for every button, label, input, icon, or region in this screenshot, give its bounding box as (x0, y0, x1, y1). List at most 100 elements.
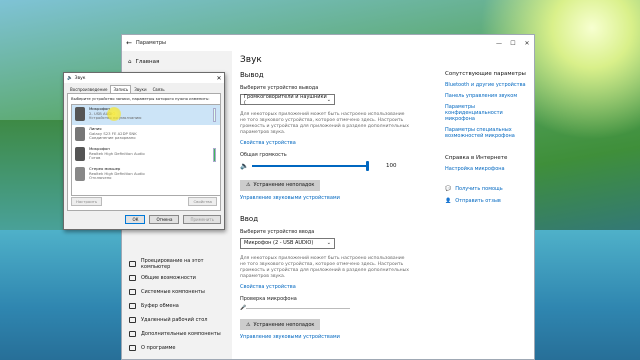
volume-row: 🔈 100 (240, 161, 426, 171)
projection-icon (129, 261, 136, 267)
volume-slider[interactable] (252, 161, 369, 171)
input-device-select[interactable]: Микрофон (2 - USB AUDIO) ⌄ (240, 237, 335, 249)
device-status: Отключено (89, 175, 112, 181)
device-level-meter (213, 108, 216, 122)
nav-item-projection[interactable]: Проецирование на этот компьютер (122, 257, 232, 271)
back-arrow-icon[interactable]: ← (122, 39, 136, 47)
related-link-sound-panel[interactable]: Панель управления звуком (445, 93, 533, 99)
input-troubleshoot-button[interactable]: ⚠ Устранение неполадок (240, 319, 321, 330)
device-status: Соединение разорвано (89, 135, 136, 141)
device-status: Готов (89, 155, 101, 161)
optional-features-icon (129, 331, 136, 337)
related-link-mic-accessibility[interactable]: Параметры специальных возможностей микро… (445, 127, 533, 139)
tab-communications[interactable]: Связь (150, 85, 168, 93)
tab-sounds[interactable]: Звуки (131, 85, 149, 93)
related-link-bluetooth[interactable]: Bluetooth и другие устройства (445, 82, 533, 88)
device-properties-button[interactable]: Свойства (188, 197, 217, 206)
cursor-highlight (107, 107, 121, 121)
shared-icon (129, 275, 136, 281)
nav-item-label: Дополнительные компоненты (141, 331, 221, 337)
input-heading: Ввод (240, 214, 259, 223)
get-help-link[interactable]: 💬 Получить помощь (445, 186, 533, 192)
nav-item-components[interactable]: Системные компоненты (122, 285, 232, 299)
nav-item-label: Проецирование на этот компьютер (140, 258, 204, 270)
nav-item-label: О программе (141, 345, 176, 351)
feedback-icon: 👤 (445, 198, 452, 204)
input-properties-link[interactable]: Свойства устройства (240, 284, 426, 290)
nav-item-remote-desktop[interactable]: Удаленный рабочий стол (122, 313, 232, 327)
warning-icon: ⚠ (246, 321, 251, 328)
configure-button[interactable]: Настроить (71, 197, 103, 206)
nav-home-label: Главная (135, 59, 160, 65)
minimize-icon[interactable]: — (492, 40, 506, 47)
input-troubleshoot-label: Устранение неполадок (253, 321, 315, 328)
nav-item-shared[interactable]: Общие возможности (122, 271, 232, 285)
sound-dialog-title: Звук (74, 75, 86, 81)
chevron-down-icon: ⌄ (326, 240, 331, 246)
output-troubleshoot-label: Устранение неполадок (253, 182, 315, 188)
volume-fill (252, 165, 368, 167)
output-device-value: Громкоговорители и наушники ( (244, 93, 327, 106)
ok-button[interactable]: ОК (125, 215, 146, 224)
remote-desktop-icon (129, 317, 136, 323)
close-icon[interactable]: ✕ (214, 75, 224, 82)
sound-tabs: Воспроизведение Запись Звуки Связь (64, 85, 224, 93)
related-link-mic-privacy[interactable]: Параметры конфиденциальности микрофона (445, 104, 533, 122)
recording-device-list: Микрофон 2- USB AUDIO Устройство по умол… (71, 104, 221, 196)
list-item[interactable]: Линия Galaxy S23 FE A2DP SNK Соединение … (72, 125, 220, 145)
output-troubleshoot-button[interactable]: ⚠ Устранение неполадок (240, 179, 321, 191)
tab-recording[interactable]: Запись (110, 85, 132, 93)
help-link-mic-setup[interactable]: Настройка микрофона (445, 166, 533, 172)
list-item[interactable]: Стерео микшер Realtek High Definition Au… (72, 165, 220, 185)
device-text: Стерео микшер Realtek High Definition Au… (89, 166, 145, 181)
nav-item-label: Удаленный рабочий стол (141, 317, 208, 323)
nav-item-optional[interactable]: Дополнительные компоненты (122, 327, 232, 341)
help-heading: Справка в Интернете (445, 155, 508, 161)
feedback-link[interactable]: 👤 Отправить отзыв (445, 198, 533, 204)
output-manage-link[interactable]: Управление звуковыми устройствами (240, 195, 426, 201)
line-in-icon (75, 127, 85, 141)
mic-level-meter: 🎤 (240, 305, 350, 311)
output-heading: Вывод (240, 71, 264, 79)
stereo-mix-icon (75, 167, 85, 181)
page-title: Звук (240, 55, 262, 65)
clipboard-icon (129, 303, 136, 309)
cancel-button[interactable]: Отмена (149, 215, 180, 224)
nav-item-clipboard[interactable]: Буфер обмена (122, 299, 232, 313)
output-device-select[interactable]: Громкоговорители и наушники ( ⌄ (240, 93, 335, 106)
list-item[interactable]: Микрофон 2- USB AUDIO Устройство по умол… (72, 105, 220, 125)
feedback-label: Отправить отзыв (455, 198, 501, 204)
nav-home[interactable]: ⌂ Главная (122, 51, 232, 73)
device-text: Микрофон Realtek High Definition Audio Г… (89, 146, 145, 161)
device-text: Линия Galaxy S23 FE A2DP SNK Соединение … (89, 126, 137, 141)
sound-dialog-titlebar: 🔈 Звук ✕ (64, 73, 224, 83)
device-level-meter (213, 148, 216, 162)
input-info-text: Для некоторых приложений может быть наст… (240, 255, 409, 279)
list-item[interactable]: Микрофон Realtek High Definition Audio Г… (72, 145, 220, 165)
nav-item-about[interactable]: О программе (122, 341, 232, 355)
microphone-icon (75, 107, 85, 121)
microphone-icon (75, 147, 85, 161)
maximize-icon[interactable]: ☐ (506, 40, 520, 47)
info-icon (129, 345, 136, 351)
input-manage-link[interactable]: Управление звуковыми устройствами (240, 334, 426, 340)
close-icon[interactable]: ✕ (520, 40, 534, 47)
help-bubble-icon: 💬 (445, 186, 452, 192)
output-select-label: Выберите устройство вывода (240, 85, 319, 91)
speaker-icon[interactable]: 🔈 (240, 162, 250, 170)
settings-titlebar: ← Параметры — ☐ ✕ (122, 35, 534, 51)
chevron-down-icon: ⌄ (326, 96, 331, 103)
sound-dialog: 🔈 Звук ✕ Воспроизведение Запись Звуки Св… (63, 72, 225, 230)
output-properties-link[interactable]: Свойства устройства (240, 140, 426, 146)
tab-playback[interactable]: Воспроизведение (67, 85, 110, 93)
get-help-label: Получить помощь (455, 186, 503, 192)
related-heading: Сопутствующие параметры (445, 71, 526, 77)
apply-button[interactable]: Применить (183, 215, 221, 224)
settings-title: Параметры (136, 40, 166, 46)
volume-value: 100 (386, 163, 397, 169)
nav-list: Проецирование на этот компьютер Общие во… (122, 257, 232, 355)
warning-icon: ⚠ (246, 182, 251, 188)
volume-label: Общая громкость (240, 152, 287, 158)
output-info-text: Для некоторых приложений может быть наст… (240, 112, 409, 135)
volume-thumb[interactable] (366, 161, 369, 171)
